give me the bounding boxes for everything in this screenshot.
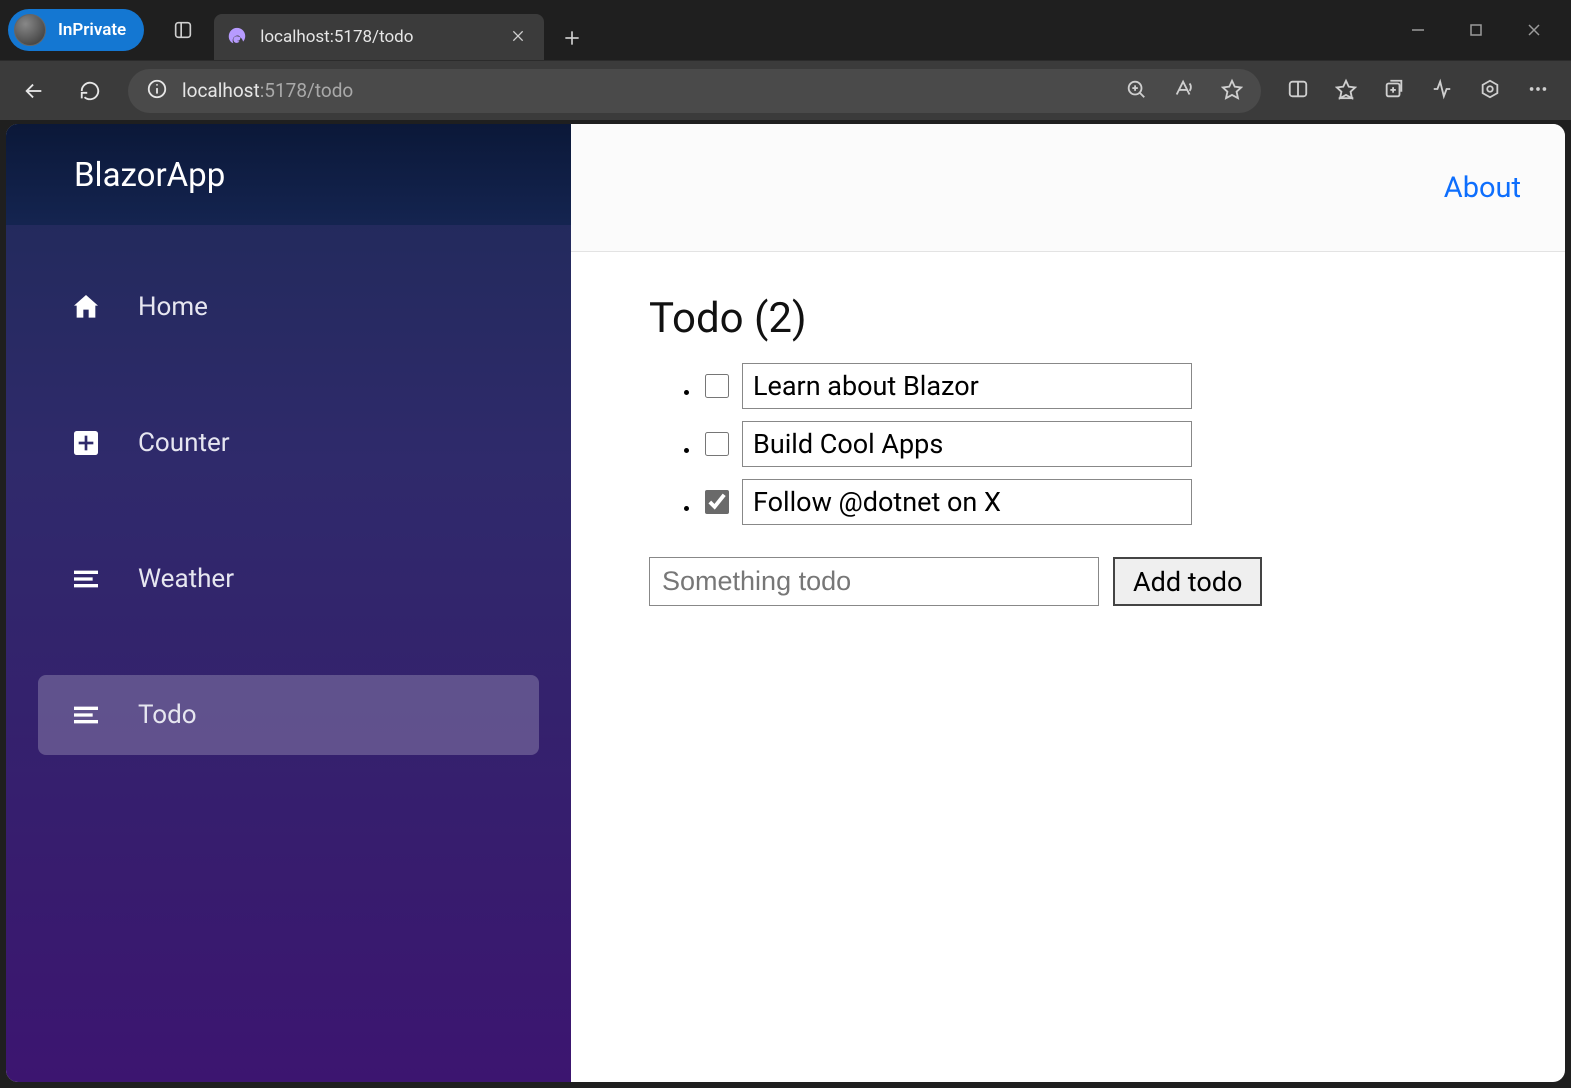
- url-rest: :5178/todo: [260, 79, 354, 102]
- heading-prefix: Todo (: [649, 294, 768, 343]
- sidebar-header: BlazorApp: [6, 124, 571, 225]
- page-heading: Todo (2): [649, 294, 1487, 343]
- address-bar[interactable]: localhost:5178/todo: [128, 69, 1261, 113]
- toolbar-icons: [1275, 78, 1561, 104]
- back-button[interactable]: [10, 67, 58, 115]
- sidebar-item-counter[interactable]: Counter: [38, 403, 539, 483]
- tab-strip: localhost:5178/todo: [214, 0, 594, 60]
- tab-actions-button[interactable]: [160, 7, 206, 53]
- favorite-star-icon[interactable]: [1221, 78, 1243, 104]
- tab-title: localhost:5178/todo: [260, 27, 494, 47]
- todo-item: [701, 357, 1487, 415]
- browser-toolbar: localhost:5178/todo: [0, 60, 1571, 120]
- page-viewport: BlazorApp Home Counter: [6, 124, 1565, 1082]
- site-info-icon[interactable]: [146, 78, 168, 104]
- list-icon: [68, 697, 104, 733]
- extensions-icon[interactable]: [1479, 78, 1501, 104]
- add-todo-button[interactable]: Add todo: [1113, 557, 1262, 606]
- todo-list: [649, 357, 1487, 531]
- new-todo-input[interactable]: [649, 557, 1099, 606]
- home-icon: [68, 289, 104, 325]
- tab-close-button[interactable]: [506, 23, 530, 51]
- browser-chrome: InPrivate localhost:5178/todo: [0, 0, 1571, 1082]
- page-content: Todo (2): [571, 252, 1565, 648]
- add-todo-row: Add todo: [649, 557, 1487, 606]
- more-menu-icon[interactable]: [1527, 78, 1549, 104]
- sidebar-item-weather[interactable]: Weather: [38, 539, 539, 619]
- address-actions: [1125, 78, 1243, 104]
- sidebar-item-todo[interactable]: Todo: [38, 675, 539, 755]
- todo-checkbox[interactable]: [705, 374, 729, 398]
- todo-text-input[interactable]: [742, 421, 1192, 467]
- sidebar-item-label: Home: [138, 292, 208, 322]
- sidebar-item-label: Todo: [138, 700, 197, 730]
- new-tab-button[interactable]: [550, 16, 594, 60]
- brand-title: BlazorApp: [74, 156, 523, 195]
- todo-item: [701, 415, 1487, 473]
- top-bar: About: [571, 124, 1565, 252]
- tab-active[interactable]: localhost:5178/todo: [214, 14, 544, 60]
- window-close-button[interactable]: [1505, 0, 1563, 60]
- performance-icon[interactable]: [1431, 78, 1453, 104]
- todo-checkbox[interactable]: [705, 432, 729, 456]
- sidebar: BlazorApp Home Counter: [6, 124, 571, 1082]
- todo-checkbox[interactable]: [705, 490, 729, 514]
- plus-square-icon: [68, 425, 104, 461]
- sidebar-item-label: Counter: [138, 428, 230, 458]
- refresh-button[interactable]: [66, 67, 114, 115]
- window-controls: [1389, 0, 1563, 60]
- main-content: About Todo (2): [571, 124, 1565, 1082]
- list-icon: [68, 561, 104, 597]
- todo-text-input[interactable]: [742, 479, 1192, 525]
- collections-icon[interactable]: [1383, 78, 1405, 104]
- heading-suffix: ): [792, 294, 807, 343]
- sidebar-item-label: Weather: [138, 564, 234, 594]
- sidebar-item-home[interactable]: Home: [38, 267, 539, 347]
- inprivate-label: InPrivate: [58, 20, 126, 40]
- favorites-icon[interactable]: [1335, 78, 1357, 104]
- window-maximize-button[interactable]: [1447, 0, 1505, 60]
- url-host: localhost: [182, 79, 260, 102]
- zoom-icon[interactable]: [1125, 78, 1147, 104]
- heading-count: 2: [768, 294, 792, 343]
- browser-titlebar: InPrivate localhost:5178/todo: [0, 0, 1571, 60]
- inprivate-indicator[interactable]: InPrivate: [8, 9, 144, 51]
- sidebar-nav: Home Counter Weather: [6, 225, 571, 755]
- about-link[interactable]: About: [1444, 171, 1521, 205]
- read-aloud-icon[interactable]: [1173, 78, 1195, 104]
- window-minimize-button[interactable]: [1389, 0, 1447, 60]
- todo-text-input[interactable]: [742, 363, 1192, 409]
- address-url: localhost:5178/todo: [182, 79, 353, 102]
- todo-item: [701, 473, 1487, 531]
- avatar-icon: [14, 14, 46, 46]
- split-screen-icon[interactable]: [1287, 78, 1309, 104]
- blazor-favicon-icon: [226, 26, 248, 48]
